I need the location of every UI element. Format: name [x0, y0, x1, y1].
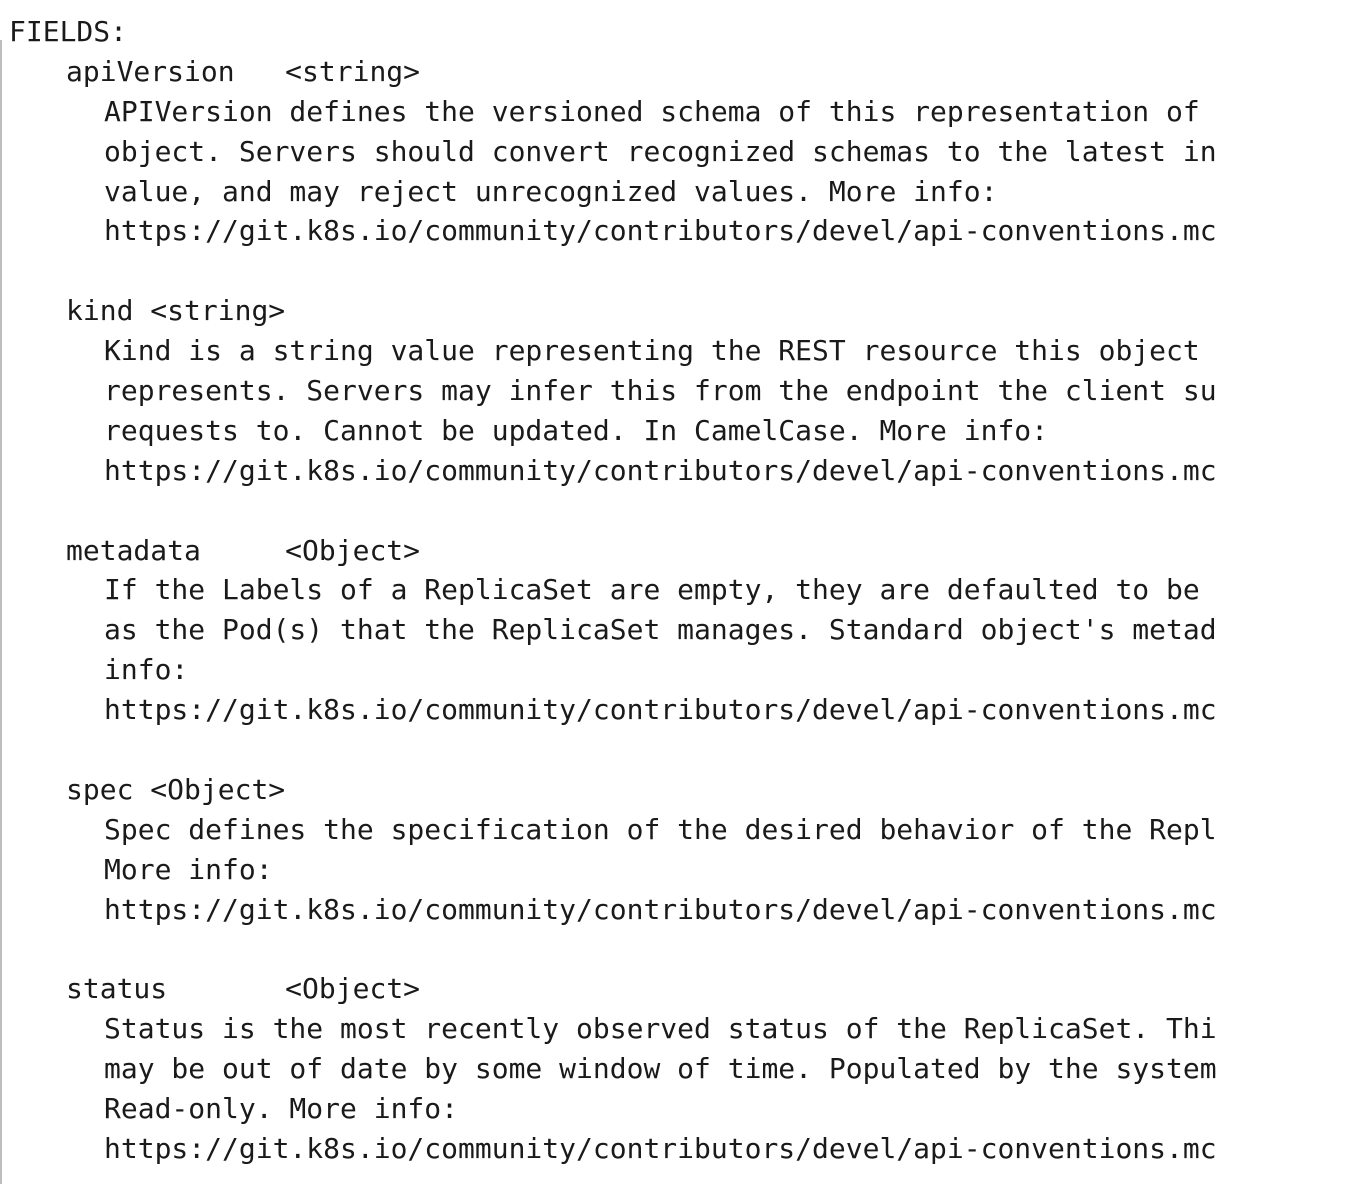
field-kind-signature: kind <string>: [0, 291, 1362, 331]
field-name: kind: [66, 294, 134, 328]
field-name: apiVersion: [66, 54, 235, 88]
field-metadata-signature: metadata <Object>: [0, 531, 1362, 571]
field-description-line: info:: [104, 653, 189, 687]
field-description-line: as the Pod(s) that the ReplicaSet manage…: [104, 613, 1217, 647]
fields-header: FIELDS:: [9, 15, 128, 48]
field-description-line: may be out of date by some window of tim…: [104, 1052, 1217, 1086]
terminal-output: FIELDS: apiVersion <string> APIVersion d…: [0, 0, 1362, 1184]
field-description-url: https://git.k8s.io/community/contributor…: [104, 1131, 1217, 1165]
field-type: <string>: [150, 294, 286, 328]
field-gap: [201, 534, 285, 567]
field-description-url: https://git.k8s.io/community/contributor…: [104, 892, 1217, 926]
field-description-line: Kind is a string value representing the …: [104, 334, 1200, 368]
field-description-line: value, and may reject unrecognized value…: [104, 174, 998, 208]
field-status-signature: status <Object>: [0, 969, 1362, 1009]
field-description-line: Spec defines the specification of the de…: [104, 812, 1217, 846]
field-type: <Object>: [285, 533, 421, 567]
field-description-line: Read-only. More info:: [104, 1092, 459, 1126]
field-gap: [167, 972, 285, 1005]
field-name: status: [66, 972, 168, 1006]
field-gap: [133, 773, 150, 806]
field-description-line: If the Labels of a ReplicaSet are empty,…: [104, 573, 1200, 607]
field-description-url: https://git.k8s.io/community/contributor…: [104, 214, 1217, 248]
field-gap: [133, 294, 150, 327]
terminal-left-border: [0, 40, 2, 1184]
field-description-url: https://git.k8s.io/community/contributor…: [104, 453, 1217, 487]
field-description-line: More info:: [104, 852, 273, 886]
field-spec-signature: spec <Object>: [0, 770, 1362, 810]
field-description-line: object. Servers should convert recognize…: [104, 134, 1217, 168]
field-description-line: APIVersion defines the versioned schema …: [104, 94, 1200, 128]
field-description-url: https://git.k8s.io/community/contributor…: [104, 693, 1217, 727]
field-name: spec: [66, 772, 134, 806]
field-apiversion-signature: apiVersion <string>: [0, 52, 1362, 92]
field-description-line: requests to. Cannot be updated. In Camel…: [104, 413, 1049, 447]
field-description-line: represents. Servers may infer this from …: [104, 374, 1217, 408]
field-gap: [235, 55, 286, 88]
field-type: <string>: [285, 54, 421, 88]
field-type: <Object>: [285, 972, 421, 1006]
field-type: <Object>: [150, 772, 286, 806]
field-name: metadata: [66, 533, 201, 567]
field-description-line: Status is the most recently observed sta…: [104, 1012, 1217, 1046]
